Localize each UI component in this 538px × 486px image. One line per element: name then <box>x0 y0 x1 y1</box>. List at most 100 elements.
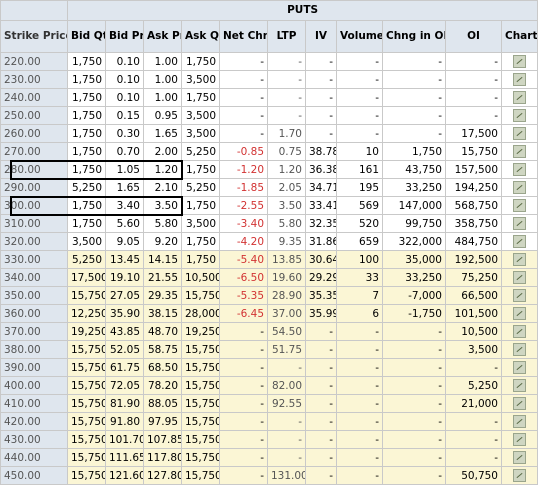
chart-cell[interactable] <box>500 232 538 251</box>
chart-icon[interactable] <box>513 379 527 392</box>
strike-price-cell[interactable]: 300.00 <box>0 196 68 215</box>
chart-cell[interactable] <box>500 52 538 71</box>
col-header-oi[interactable]: OI <box>445 20 502 53</box>
strike-price-cell[interactable]: 290.00 <box>0 178 68 197</box>
chart-cell[interactable] <box>500 466 538 485</box>
strike-price-cell[interactable]: 430.00 <box>0 430 68 449</box>
chart-icon[interactable] <box>513 469 527 482</box>
chart-cell[interactable] <box>500 196 538 215</box>
col-header-chart[interactable]: Chart <box>500 20 538 53</box>
col-header-ask-qty[interactable]: Ask Qty <box>181 20 220 53</box>
chart-icon[interactable] <box>513 253 527 266</box>
table-row: 450.00 15,750 121.60 127.80 15,750-131.00- - -… <box>0 466 538 485</box>
chart-icon[interactable] <box>513 307 527 320</box>
strike-price-cell[interactable]: 260.00 <box>0 124 68 143</box>
chart-icon[interactable] <box>513 361 527 374</box>
chart-icon[interactable] <box>513 91 527 104</box>
chart-icon[interactable] <box>513 73 527 86</box>
chart-cell[interactable] <box>500 214 538 233</box>
strike-price-cell[interactable]: 330.00 <box>0 250 68 269</box>
chart-cell[interactable] <box>500 88 538 107</box>
chart-icon[interactable] <box>513 343 527 356</box>
strike-price-cell[interactable]: 400.00 <box>0 376 68 395</box>
chart-cell[interactable] <box>500 160 538 179</box>
volume-cell: 569 <box>336 196 383 215</box>
chart-cell[interactable] <box>500 304 538 323</box>
chart-cell[interactable] <box>500 412 538 431</box>
chart-cell[interactable] <box>500 142 538 161</box>
strike-price-cell[interactable]: 370.00 <box>0 322 68 341</box>
ask-price-cell: 2.10 <box>143 178 182 197</box>
strike-price-cell[interactable]: 270.00 <box>0 142 68 161</box>
iv-cell: - <box>305 412 337 431</box>
chart-icon[interactable] <box>513 433 527 446</box>
strike-price-cell[interactable]: 420.00 <box>0 412 68 431</box>
chart-cell[interactable] <box>500 322 538 341</box>
chart-cell[interactable] <box>500 430 538 449</box>
chart-cell[interactable] <box>500 124 538 143</box>
strike-price-cell[interactable]: 410.00 <box>0 394 68 413</box>
chart-cell[interactable] <box>500 268 538 287</box>
strike-price-cell[interactable]: 340.00 <box>0 268 68 287</box>
col-header-ask-price[interactable]: Ask Price <box>143 20 182 53</box>
bid-qty-cell: 15,750 <box>67 340 106 359</box>
chart-cell[interactable] <box>500 178 538 197</box>
bid-qty-cell: 1,750 <box>67 106 106 125</box>
col-header-chng-in-oi[interactable]: Chng in OI <box>382 20 446 53</box>
chart-icon[interactable] <box>513 181 527 194</box>
strike-price-cell[interactable]: 320.00 <box>0 232 68 251</box>
chart-cell[interactable] <box>500 340 538 359</box>
strike-price-cell[interactable]: 350.00 <box>0 286 68 305</box>
col-header-volume[interactable]: Volume <box>336 20 383 53</box>
chart-icon[interactable] <box>513 289 527 302</box>
col-header-iv[interactable]: IV <box>305 20 337 53</box>
chart-cell[interactable] <box>500 106 538 125</box>
chart-cell[interactable] <box>500 358 538 377</box>
chart-icon[interactable] <box>513 109 527 122</box>
chart-cell[interactable] <box>500 70 538 89</box>
chart-icon[interactable] <box>513 55 527 68</box>
oi-cell: - <box>445 358 502 377</box>
chart-icon[interactable] <box>513 217 527 230</box>
volume-cell: - <box>336 376 383 395</box>
ask-qty-cell: 5,250 <box>181 178 220 197</box>
chart-icon[interactable] <box>513 397 527 410</box>
ask-price-cell: 68.50 <box>143 358 182 377</box>
strike-price-cell[interactable]: 310.00 <box>0 214 68 233</box>
col-header-ltp[interactable]: LTP <box>267 20 306 53</box>
chart-cell[interactable] <box>500 250 538 269</box>
strike-price-cell[interactable]: 220.00 <box>0 52 68 71</box>
bid-qty-cell: 15,750 <box>67 448 106 467</box>
col-header-bid-price[interactable]: Bid Price <box>105 20 144 53</box>
strike-price-cell[interactable]: 380.00 <box>0 340 68 359</box>
chart-icon[interactable] <box>513 127 527 140</box>
chng-in-oi-cell: 43,750 <box>382 160 446 179</box>
chart-cell[interactable] <box>500 376 538 395</box>
chart-icon[interactable] <box>513 163 527 176</box>
chart-cell[interactable] <box>500 286 538 305</box>
chart-cell[interactable] <box>500 448 538 467</box>
strike-price-cell[interactable]: 240.00 <box>0 88 68 107</box>
bid-price-cell: 72.05 <box>105 376 144 395</box>
col-header-strike-price[interactable]: Strike Price <box>0 20 68 53</box>
strike-price-cell[interactable]: 250.00 <box>0 106 68 125</box>
chart-icon[interactable] <box>513 451 527 464</box>
chart-icon[interactable] <box>513 145 527 158</box>
strike-price-cell[interactable]: 360.00 <box>0 304 68 323</box>
chart-icon[interactable] <box>513 325 527 338</box>
chart-cell[interactable] <box>500 394 538 413</box>
bid-price-cell: 1.65 <box>105 178 144 197</box>
chart-icon[interactable] <box>513 271 527 284</box>
strike-price-cell[interactable]: 390.00 <box>0 358 68 377</box>
chart-icon[interactable] <box>513 415 527 428</box>
strike-price-cell[interactable]: 450.00 <box>0 466 68 485</box>
strike-price-cell[interactable]: 230.00 <box>0 70 68 89</box>
col-header-net-chng[interactable]: Net Chng <box>219 20 268 53</box>
strike-price-cell[interactable]: 440.00 <box>0 448 68 467</box>
ask-qty-cell: 1,750 <box>181 52 220 71</box>
chart-icon[interactable] <box>513 235 527 248</box>
net-chng-cell: -2.55 <box>219 196 268 215</box>
col-header-bid-qty[interactable]: Bid Qty <box>67 20 106 53</box>
chart-icon[interactable] <box>513 199 527 212</box>
strike-price-cell[interactable]: 280.00 <box>0 160 68 179</box>
